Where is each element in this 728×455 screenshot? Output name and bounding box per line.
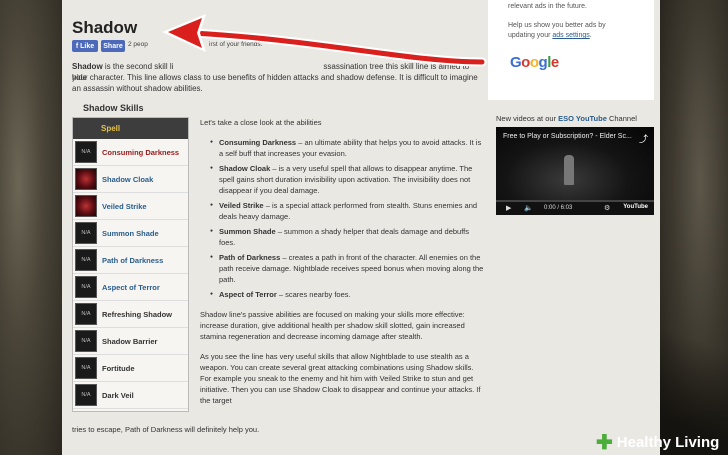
skill-na-icon: N/A [75,141,97,163]
skill-row[interactable]: N/A Aspect of Terror [73,274,188,301]
skill-label[interactable]: Shadow Cloak [102,175,153,184]
skill-row[interactable]: N/A Summon Shade [73,220,188,247]
skill-label[interactable]: Aspect of Terror [102,283,160,292]
ability-item: Consuming Darkness – an ultimate ability… [210,137,485,159]
skill-art-icon [75,195,97,217]
video-title[interactable]: Free to Play or Subscription? - Elder Sc… [503,133,632,140]
facebook-like-button[interactable]: f Like [72,40,98,52]
google-logo: Google [510,54,559,71]
ad-notice-line2: Help us show you better ads by [508,22,606,29]
skills-list: Spell N/A Consuming Darkness Shadow Cloak V… [72,117,189,412]
video-thumbnail-figure [564,155,574,185]
background-right [658,0,728,455]
ability-item: Veiled Strike – is a special attack perf… [210,200,485,222]
ability-name: Summon Shade [219,227,276,236]
skill-art-icon [75,168,97,190]
ability-item: Path of Darkness – creates a path in fro… [210,252,485,285]
abilities-content: Let's take a close look at the abilities… [200,117,485,415]
skill-label[interactable]: Veiled Strike [102,202,147,211]
ad-notice-line1: relevant ads in the future. [508,3,587,10]
ability-name: Veiled Strike [219,201,264,210]
share-icon[interactable]: ⤴ [639,132,648,145]
health-cross-icon: ✚ [596,431,613,454]
volume-icon[interactable]: 🔈 [524,204,533,212]
intro-text-a: is the second skill li [102,62,174,71]
skill-na-icon: N/A [75,303,97,325]
video-label-prefix: New videos at our [496,114,559,123]
ad-notice-suffix: . [589,32,592,39]
skill-label[interactable]: Refreshing Shadow [102,310,172,319]
video-label-suffix: Channel [606,114,637,123]
ad-notice-box: relevant ads in the future. Help us show… [488,0,654,100]
skill-label[interactable]: Summon Shade [102,229,159,238]
healthy-living-watermark: ✚ Healthy Living [596,430,728,455]
skills-heading: Shadow Skills [83,103,144,113]
skill-row[interactable]: N/A Fortitude [73,355,188,382]
skill-na-icon: N/A [75,330,97,352]
skill-label[interactable]: Dark Veil [102,391,134,400]
skill-row[interactable]: N/A Dark Veil [73,382,188,409]
skill-row[interactable]: N/A Shadow Barrier [73,328,188,355]
skill-label[interactable]: Fortitude [102,364,135,373]
abilities-intro: Let's take a close look at the abilities [200,118,322,127]
video-controls: ▶ 🔈 0:00 / 6:03 ⚙ YouTube [496,202,654,215]
ad-notice-prefix: updating your [508,32,553,39]
skill-na-icon: N/A [75,384,97,406]
ability-item: Summon Shade – summon a shady helper tha… [210,226,485,248]
ability-item: Aspect of Terror – scares nearby foes. [210,289,485,300]
ability-name: Path of Darkness [219,253,281,262]
skill-na-icon: N/A [75,222,97,244]
like-count-text: 2 peop [128,41,148,48]
video-time: 0:00 / 6:03 [544,205,573,211]
youtube-channel-link[interactable]: ESO YouTube [558,114,607,123]
facebook-icon: f [75,42,79,50]
ability-name: Shadow Cloak [219,164,271,173]
play-icon[interactable]: ▶ [506,204,511,212]
article-page: Shadow f Like Share 2 peop irst of your … [62,0,660,455]
ability-item: Shadow Cloak – is a very useful spell th… [210,163,485,196]
ability-desc: – scares nearby foes. [276,290,351,299]
skill-row[interactable]: N/A Refreshing Shadow [73,301,188,328]
youtube-logo[interactable]: YouTube [623,204,648,210]
video-player[interactable]: Free to Play or Subscription? - Elder Sc… [496,127,654,215]
skill-row[interactable]: Veiled Strike [73,193,188,220]
skill-label[interactable]: Consuming Darkness [102,148,179,157]
like-label: Like [80,42,95,50]
skill-row[interactable]: N/A Consuming Darkness [73,139,188,166]
brand-name: Healthy Living [616,434,720,451]
background-left [0,0,62,455]
ads-settings-link[interactable]: ads settings [552,32,589,39]
skill-na-icon: N/A [75,276,97,298]
ability-name: Aspect of Terror [219,290,277,299]
intro-paragraph-continued: your character. This line allows class t… [72,73,478,93]
skills-list-header: Spell [73,118,188,139]
tips-paragraph-end: tries to escape, Path of Darkness will d… [72,425,260,434]
tips-paragraph: As you see the line has very useful skil… [200,352,481,405]
intro-bold: Shadow [72,62,103,71]
settings-icon[interactable]: ⚙ [604,204,610,212]
facebook-share-button[interactable]: Share [101,40,125,52]
skill-label[interactable]: Shadow Barrier [102,337,157,346]
video-label: New videos at our ESO YouTube Channel [496,114,637,123]
skill-row[interactable]: Shadow Cloak [73,166,188,193]
skill-na-icon: N/A [75,249,97,271]
skill-na-icon: N/A [75,357,97,379]
skill-row[interactable]: N/A Path of Darkness [73,247,188,274]
like-count-text-right: irst of your friends. [209,41,263,48]
ability-name: Consuming Darkness [219,138,297,147]
abilities-list: Consuming Darkness – an ultimate ability… [200,137,485,300]
skill-label[interactable]: Path of Darkness [102,256,163,265]
page-title: Shadow [72,18,138,37]
passive-paragraph: Shadow line's passive abilities are focu… [200,310,465,341]
ad-notice-line3: updating your ads settings. [508,32,592,39]
